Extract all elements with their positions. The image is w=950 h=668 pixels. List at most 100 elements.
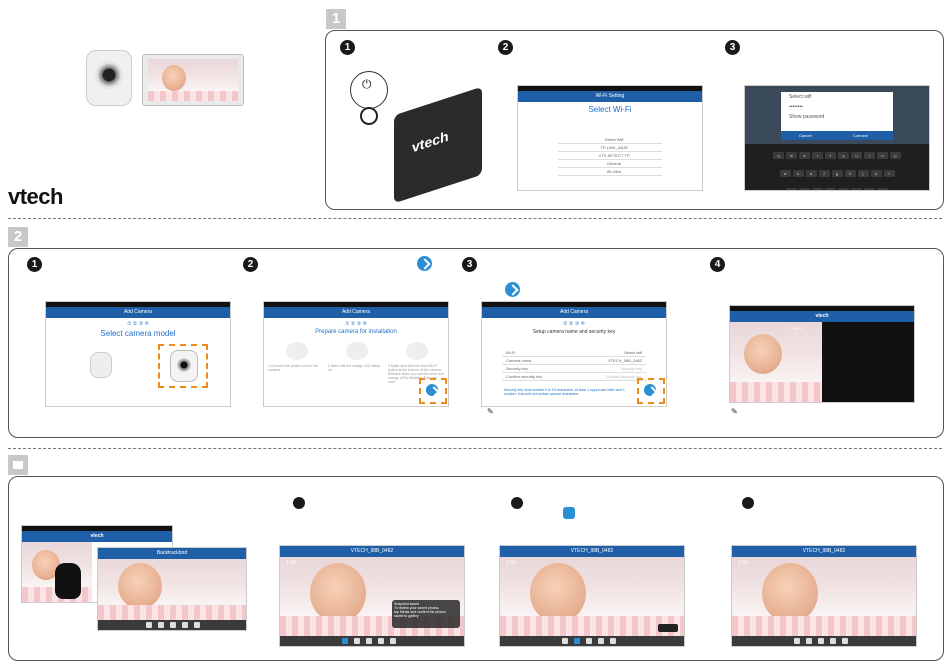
swipe-hand-icon: [55, 563, 81, 599]
product-image: [80, 48, 270, 108]
highlight-box: [158, 344, 208, 388]
section-3-icon: [8, 455, 28, 475]
keyboard-key[interactable]: b: [838, 188, 849, 190]
vtech-bar: vtech: [730, 311, 914, 322]
keyboard-key[interactable]: x: [799, 188, 810, 190]
snapshot-toast: Snapshot saved To review your saved phot…: [392, 600, 460, 628]
prepare-heading: Prepare camera for installation: [315, 329, 397, 335]
keyboard-key[interactable]: d: [805, 170, 817, 177]
clock-icon: [360, 107, 378, 125]
video-icon: [511, 497, 523, 509]
wifi-network-item[interactable]: Wi-Ultra: [558, 168, 662, 176]
keyboard-key[interactable]: t: [825, 152, 836, 159]
wifi-name-field[interactable]: Select wifi: [781, 92, 893, 102]
next-arrow-icon: [417, 256, 432, 271]
keyboard-key[interactable]: h: [844, 170, 856, 177]
wifi-network-item[interactable]: Select Wifi: [558, 136, 662, 144]
keyboard-key[interactable]: l: [883, 170, 895, 177]
section-2-number: 2: [8, 227, 28, 247]
setup-heading: Setup camera name and security key: [532, 329, 616, 335]
snapshot-screen: VTECH_98B_0482 1.0X Snapshot saved To re…: [279, 545, 465, 647]
step-2-1: 1: [27, 257, 42, 272]
wifi-heading: Select Wi-Fi: [588, 105, 632, 114]
keyboard-key[interactable]: m: [864, 188, 875, 190]
security-key-field[interactable]: Security key: [620, 365, 642, 372]
tablet-brand: vtech: [412, 127, 449, 156]
camera-model-option[interactable]: [90, 352, 112, 378]
connect-button[interactable]: Connect: [853, 131, 868, 140]
password-field[interactable]: ••••••••: [781, 102, 893, 112]
keyboard-key[interactable]: c: [812, 188, 823, 190]
keyboard-key[interactable]: f: [818, 170, 830, 177]
power-button-callout: ⏻: [350, 71, 388, 109]
section-1-number: 1: [326, 9, 346, 29]
keyboard-key[interactable]: k: [870, 170, 882, 177]
keyboard-key[interactable]: g: [831, 170, 843, 177]
wifi-network-item[interactable]: VTS-SETECT TP: [558, 152, 662, 160]
video-record-screen: VTECH_98B_0482 1.0X: [499, 545, 685, 647]
camera-name-field[interactable]: VTECH_98B_0482: [608, 357, 642, 364]
camera-unit: [86, 50, 132, 106]
parent-unit: [142, 54, 244, 106]
section-3-panel: vtech Backtrackbird VTECH_98B_0482 1.0X …: [8, 476, 944, 661]
camera-name-bar: VTECH_98B_0482: [280, 546, 464, 557]
wifi-network-item[interactable]: TP-LINK_AA39: [558, 144, 662, 152]
wifi-setting-bar: Wi-Fi Setting: [518, 91, 702, 102]
show-password-checkbox[interactable]: Show password: [781, 112, 893, 122]
select-model-heading: Select camera model: [100, 329, 176, 338]
keyboard-key[interactable]: o: [877, 152, 888, 159]
step-1-1: 1: [340, 40, 355, 55]
keyboard-key[interactable]: a: [779, 170, 791, 177]
keyboard-key[interactable]: p: [890, 152, 901, 159]
add-camera-bar: Add Camera: [46, 307, 230, 318]
cancel-button[interactable]: Cancel: [799, 131, 811, 140]
section-1-panel: 1 2 3 vtech ⏻ Wi-Fi Setting Select Wi-Fi…: [325, 30, 944, 210]
keyboard-key[interactable]: w: [786, 152, 797, 159]
keyboard-key[interactable]: r: [812, 152, 823, 159]
full-view-screen: Backtrackbird: [97, 547, 247, 631]
tablet-device: vtech: [394, 86, 482, 204]
keyboard-key[interactable]: j: [857, 170, 869, 177]
keyboard-key[interactable]: u: [851, 152, 862, 159]
keyboard-key[interactable]: Done: [877, 188, 888, 190]
brand-logo: vtech: [8, 184, 63, 209]
keyboard-key[interactable]: z: [786, 188, 797, 190]
keyboard[interactable]: qwertyuiop asdfghjkl zxcvbnmDone: [745, 144, 929, 190]
keyboard-key[interactable]: v: [825, 188, 836, 190]
record-icon: [563, 507, 575, 519]
keyboard-key[interactable]: s: [792, 170, 804, 177]
baby-video: [730, 322, 822, 402]
power-icon: ⏻: [362, 77, 372, 91]
talk-screen: VTECH_98B_0482 1.0X: [731, 545, 917, 647]
cam-label: CAM 1: [790, 326, 803, 331]
keyboard-key[interactable]: q: [773, 152, 784, 159]
live-view-screen: vtech CAM 1: [729, 305, 915, 403]
prepare-camera-screen: Add Camera ① ② ③ ④ Prepare camera for in…: [263, 301, 449, 407]
pencil-icon: ✎: [487, 407, 494, 416]
step-2-3: 3: [462, 257, 477, 272]
step-2-4: 4: [710, 257, 725, 272]
camera-setup-screen: Add Camera ① ② ③ ④ Setup camera name and…: [481, 301, 667, 407]
section-2-panel: 1 2 3 4 Add Camera ① ② ③ ④ Select camera…: [8, 248, 944, 438]
keyboard-key[interactable]: e: [799, 152, 810, 159]
pencil-icon: ✎: [731, 407, 738, 416]
wifi-select-screen: Wi-Fi Setting Select Wi-Fi Select Wifi T…: [517, 85, 703, 191]
security-note: Security key must contain 6 to 15 charac…: [504, 388, 625, 396]
wifi-password-screen: Select wifi •••••••• Show password Cance…: [744, 85, 930, 191]
step-2-2: 2: [243, 257, 258, 272]
speaker-icon: [742, 497, 754, 509]
step-1-3: 3: [725, 40, 740, 55]
keyboard-key[interactable]: i: [864, 152, 875, 159]
next-arrow-icon: [505, 282, 520, 297]
wifi-value[interactable]: Select wifi: [624, 349, 642, 356]
keyboard-key[interactable]: n: [851, 188, 862, 190]
zoom-level: 1.0X: [286, 560, 297, 566]
step-1-2: 2: [498, 40, 513, 55]
wifi-network-item[interactable]: General: [558, 160, 662, 168]
prepare-caption: 1 Connect the power cord to the camera: [268, 364, 318, 372]
camera-icon: [293, 497, 305, 509]
keyboard-key[interactable]: y: [838, 152, 849, 159]
recording-indicator: [658, 624, 678, 632]
prepare-caption: 2 Wait until the orange LED stays on: [328, 364, 380, 372]
select-model-screen: Add Camera ① ② ③ ④ Select camera model: [45, 301, 231, 407]
